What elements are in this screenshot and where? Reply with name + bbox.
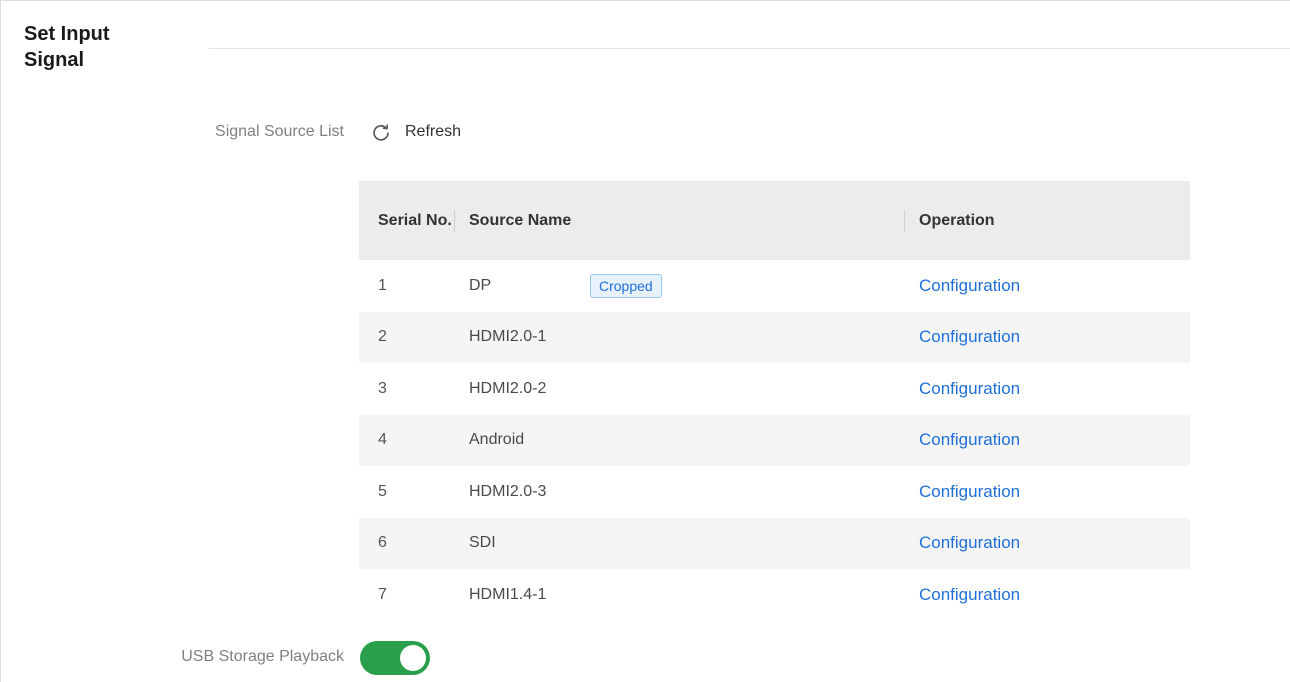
table-row: 2 HDMI2.0-1 Configuration (359, 311, 1190, 363)
source-name-text: HDMI2.0-1 (469, 328, 547, 346)
cell-source-name: HDMI2.0-2 (454, 380, 904, 398)
configuration-link[interactable]: Configuration (919, 482, 1020, 501)
configuration-link[interactable]: Configuration (919, 327, 1020, 346)
refresh-icon (373, 124, 389, 141)
cell-operation: Configuration (904, 379, 1190, 399)
source-name-text: HDMI2.0-2 (469, 379, 547, 397)
table-row: 1 DP Cropped Configuration (359, 260, 1190, 312)
cell-operation: Configuration (904, 585, 1190, 605)
configuration-link[interactable]: Configuration (919, 585, 1020, 604)
usb-storage-playback-label: USB Storage Playback (181, 648, 344, 665)
cell-serial-no: 7 (378, 585, 387, 603)
configuration-link[interactable]: Configuration (919, 533, 1020, 552)
table-header: Serial No. Source Name Operation (359, 181, 1190, 260)
table-row: 5 HDMI2.0-3 Configuration (359, 466, 1190, 518)
cell-source-name: Android (454, 431, 904, 449)
cell-source-name: HDMI1.4-1 (454, 586, 904, 604)
table-body: 1 DP Cropped Configuration 2 HDMI2.0-1 Configu… (359, 260, 1190, 621)
usb-storage-playback-toggle[interactable] (360, 641, 430, 675)
cell-operation: Configuration (904, 276, 1190, 296)
table-row: 7 HDMI1.4-1 Configuration (359, 569, 1190, 621)
cell-source-name: HDMI2.0-3 (454, 483, 904, 501)
header-operation: Operation (904, 209, 1190, 232)
refresh-label: Refresh (405, 123, 462, 140)
cell-operation: Configuration (904, 430, 1190, 450)
source-name-text: HDMI2.0-3 (469, 482, 547, 500)
set-input-signal-page: Set Input Signal Signal Source List Refr… (0, 0, 1290, 682)
cell-serial-no: 5 (378, 482, 387, 500)
cell-serial-no: 1 (378, 276, 387, 294)
header-serial-no: Serial No. (378, 211, 452, 229)
source-name-text: SDI (469, 534, 496, 552)
section-title: Set Input Signal (24, 23, 110, 71)
title-divider (209, 48, 1290, 49)
signal-source-list-label: Signal Source List (215, 123, 344, 140)
configuration-link[interactable]: Configuration (919, 379, 1020, 398)
signal-source-table: Serial No. Source Name Operation 1 DP Crop… (359, 181, 1190, 621)
cell-operation: Configuration (904, 482, 1190, 502)
source-name-text: Android (469, 431, 525, 449)
configuration-link[interactable]: Configuration (919, 430, 1020, 449)
table-row: 6 SDI Configuration (359, 517, 1190, 569)
cell-source-name: HDMI2.0-1 (454, 328, 904, 346)
cell-operation: Configuration (904, 533, 1190, 553)
cell-serial-no: 3 (378, 379, 387, 397)
cell-source-name: SDI (454, 534, 904, 552)
cell-operation: Configuration (904, 327, 1190, 347)
table-row: 4 Android Configuration (359, 414, 1190, 466)
header-source-name: Source Name (454, 209, 904, 232)
cell-source-name: DP Cropped (454, 273, 904, 298)
cell-serial-no: 2 (378, 328, 387, 346)
configuration-link[interactable]: Configuration (919, 276, 1020, 295)
cropped-badge: Cropped (590, 273, 662, 298)
cell-serial-no: 6 (378, 534, 387, 552)
refresh-button[interactable]: Refresh (371, 122, 461, 142)
toggle-knob (400, 645, 426, 671)
table-row: 3 HDMI2.0-2 Configuration (359, 363, 1190, 415)
source-name-text: HDMI1.4-1 (469, 585, 547, 603)
source-name-text: DP (469, 276, 492, 294)
cell-serial-no: 4 (378, 431, 387, 449)
